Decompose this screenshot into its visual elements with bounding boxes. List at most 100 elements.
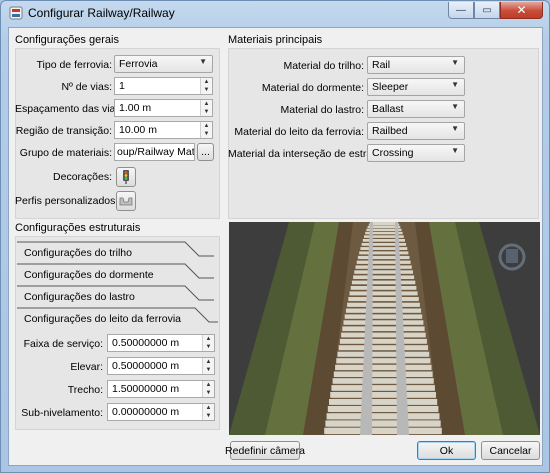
- crossing-material-value: Crossing: [372, 147, 414, 159]
- railway-type-combo[interactable]: Ferrovia ▼: [114, 55, 213, 73]
- sleeper: [324, 427, 442, 435]
- crossing-material-combo[interactable]: Crossing ▼: [367, 144, 465, 162]
- sleeper: [336, 358, 431, 364]
- spin-up-icon[interactable]: ▲: [203, 358, 214, 366]
- sleeper: [345, 308, 422, 313]
- spin-up-icon[interactable]: ▲: [203, 404, 214, 412]
- sleeper: [338, 345, 428, 351]
- rail-material-label: Material do trilho:: [283, 60, 364, 72]
- sleeper-material-combo[interactable]: Sleeper ▼: [367, 78, 465, 96]
- tab-sleeper-settings-label: Configurações do dormente: [24, 269, 154, 281]
- tracks-spinbox[interactable]: 1 ▲ ▼: [114, 77, 213, 95]
- spin-down-icon[interactable]: ▼: [203, 412, 214, 420]
- cancel-button[interactable]: Cancelar: [481, 441, 540, 460]
- sublevel-label: Sub-nivelamento:: [21, 407, 103, 419]
- chevron-down-icon: ▼: [451, 80, 459, 89]
- sleeper: [356, 260, 411, 264]
- chevron-down-icon: ▼: [451, 102, 459, 111]
- spacing-value: 1.00 m: [119, 102, 152, 114]
- railway-render: [229, 222, 540, 435]
- spin-down-icon[interactable]: ▼: [201, 130, 212, 138]
- spin-up-icon[interactable]: ▲: [201, 78, 212, 86]
- service-width-spinbox[interactable]: 0.50000000 m ▲ ▼: [107, 334, 215, 352]
- service-width-stepper[interactable]: ▲ ▼: [202, 335, 214, 351]
- tracks-stepper[interactable]: ▲ ▼: [200, 78, 212, 94]
- sleeper: [342, 326, 425, 332]
- spacing-stepper[interactable]: ▲ ▼: [200, 100, 212, 116]
- decorations-label: Decorações:: [53, 171, 112, 183]
- chevron-down-icon: ▼: [451, 58, 459, 67]
- decorations-button[interactable]: [116, 167, 136, 187]
- railbed-material-label: Material do leito da ferrovia:: [234, 126, 364, 138]
- close-icon: ✕: [516, 3, 527, 17]
- sleeper: [347, 302, 420, 307]
- railbed-material-combo[interactable]: Railbed ▼: [367, 122, 465, 140]
- maximize-icon: ▭: [482, 4, 492, 16]
- chevron-down-icon: ▼: [451, 146, 459, 155]
- raise-spinbox[interactable]: 0.50000000 m ▲ ▼: [107, 357, 215, 375]
- tab-sleeper-settings[interactable]: Configurações do dormente: [15, 266, 195, 286]
- sleeper: [359, 251, 409, 255]
- materials-group-value: oup/Railway Materials: [117, 146, 195, 158]
- sleeper: [361, 243, 407, 246]
- structural-settings-title: Configurações estruturais: [15, 222, 141, 234]
- sublevel-stepper[interactable]: ▲ ▼: [202, 404, 214, 420]
- materials-group-field[interactable]: oup/Railway Materials: [114, 143, 195, 161]
- main-materials-title: Materiais principais: [228, 34, 323, 46]
- close-button[interactable]: ✕: [500, 2, 543, 19]
- sublevel-spinbox[interactable]: 0.00000000 m ▲ ▼: [107, 403, 215, 421]
- spin-up-icon[interactable]: ▲: [201, 122, 212, 130]
- profiles-button[interactable]: [116, 191, 136, 211]
- stretch-stepper[interactable]: ▲ ▼: [202, 381, 214, 397]
- maximize-button[interactable]: ▭: [474, 2, 500, 19]
- transition-stepper[interactable]: ▲ ▼: [200, 122, 212, 138]
- window-title: Configurar Railway/Railway: [28, 6, 175, 20]
- rail-material-combo[interactable]: Rail ▼: [367, 56, 465, 74]
- raise-value: 0.50000000 m: [112, 360, 180, 372]
- spin-up-icon[interactable]: ▲: [203, 335, 214, 343]
- ballast-material-combo[interactable]: Ballast ▼: [367, 100, 465, 118]
- sleeper: [335, 364, 432, 371]
- spin-up-icon[interactable]: ▲: [203, 381, 214, 389]
- spin-down-icon[interactable]: ▼: [203, 389, 214, 397]
- spin-down-icon[interactable]: ▼: [201, 86, 212, 94]
- transition-value: 10.00 m: [119, 124, 157, 136]
- sleeper: [343, 320, 424, 325]
- sleeper: [351, 280, 416, 285]
- sleeper: [349, 291, 418, 296]
- traffic-light-icon: [123, 170, 129, 184]
- window-controls: — ▭ ✕: [448, 2, 543, 19]
- general-settings-title: Configurações gerais: [15, 34, 119, 46]
- railway-type-value: Ferrovia: [119, 58, 158, 70]
- tab-railbed-settings[interactable]: Configurações do leito da ferrovia: [15, 310, 210, 330]
- spin-down-icon[interactable]: ▼: [203, 366, 214, 374]
- tab-ballast-settings-label: Configurações do lastro: [24, 291, 135, 303]
- sleeper: [360, 247, 408, 250]
- reset-camera-button[interactable]: Redefinir câmera: [225, 441, 305, 460]
- sleeper: [344, 314, 423, 319]
- minimize-button[interactable]: —: [448, 2, 474, 19]
- tab-rail-settings[interactable]: Configurações do trilho: [15, 244, 195, 264]
- chevron-down-icon: ▼: [451, 124, 459, 133]
- ok-button[interactable]: Ok: [417, 441, 476, 460]
- sleeper: [337, 351, 430, 357]
- spin-up-icon[interactable]: ▲: [201, 100, 212, 108]
- browse-button[interactable]: ...: [197, 143, 214, 161]
- chevron-down-icon: ▼: [199, 57, 207, 66]
- profiles-label: Perfis personalizados:: [15, 195, 119, 207]
- general-settings-group: Configurações gerais Tipo de ferrovia: F…: [15, 34, 220, 219]
- transition-spinbox[interactable]: 10.00 m ▲ ▼: [114, 121, 213, 139]
- stretch-spinbox[interactable]: 1.50000000 m ▲ ▼: [107, 380, 215, 398]
- sleeper: [330, 392, 436, 398]
- rail-material-value: Rail: [372, 59, 391, 71]
- spacing-spinbox[interactable]: 1.00 m ▲ ▼: [114, 99, 213, 117]
- spin-down-icon[interactable]: ▼: [203, 343, 214, 351]
- tab-railbed-settings-label: Configurações do leito da ferrovia: [24, 313, 182, 325]
- raise-stepper[interactable]: ▲ ▼: [202, 358, 214, 374]
- tab-ballast-settings[interactable]: Configurações do lastro: [15, 288, 195, 308]
- sleeper: [368, 223, 400, 226]
- sleeper: [331, 385, 435, 391]
- railway-3d-preview[interactable]: [229, 222, 540, 435]
- spin-down-icon[interactable]: ▼: [201, 108, 212, 116]
- tracks-label: Nº de vias:: [61, 81, 112, 93]
